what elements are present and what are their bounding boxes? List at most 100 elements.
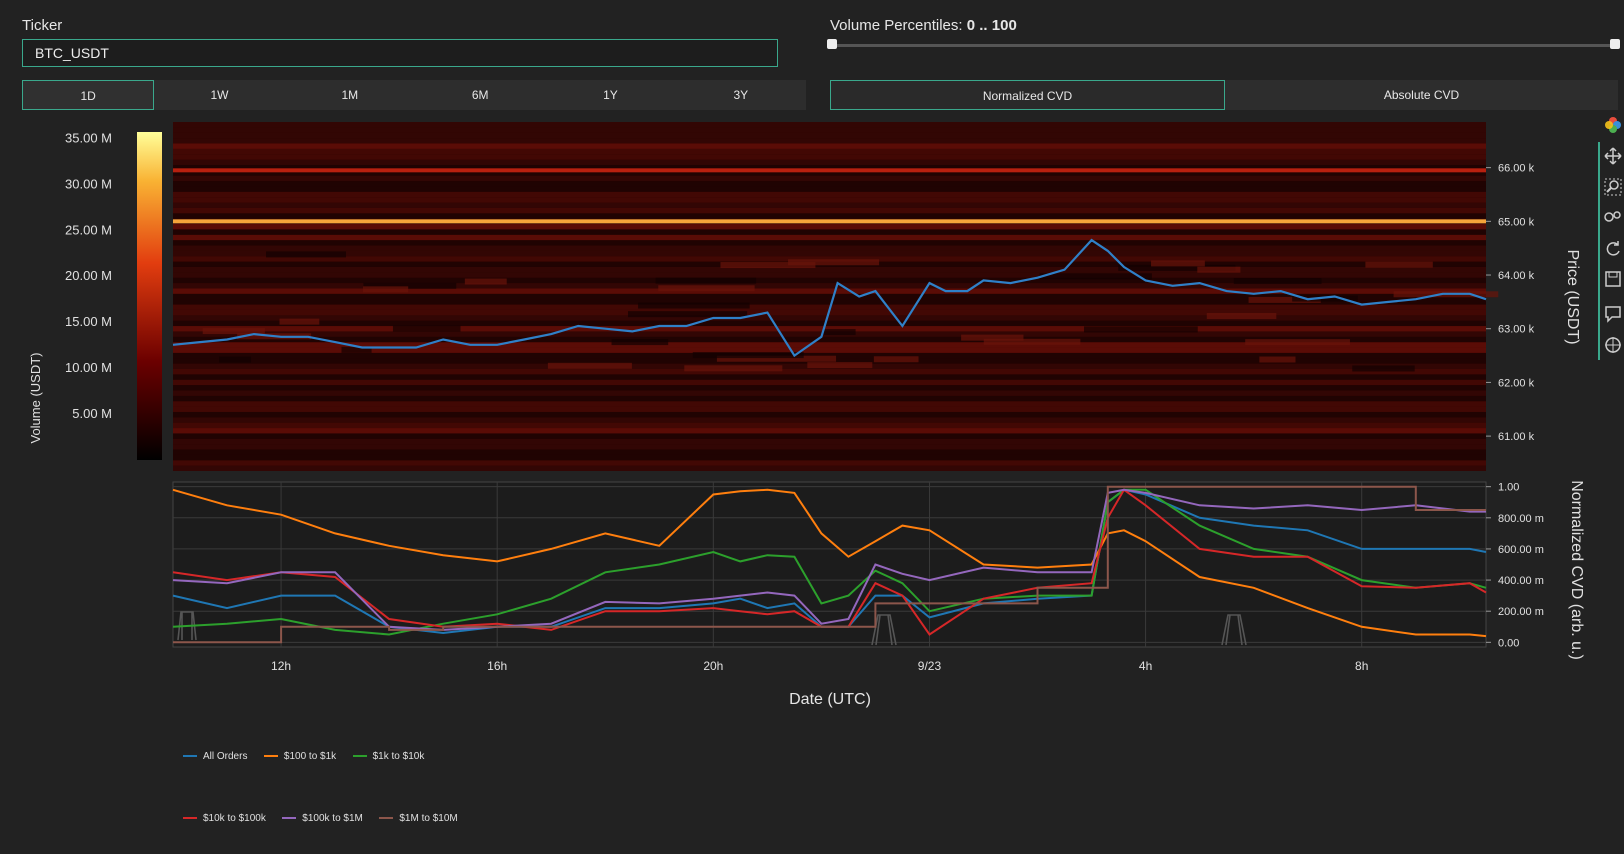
legend-label: $1k to $10k: [372, 750, 425, 762]
legend-swatch: [263, 755, 278, 757]
legend-swatch: [183, 817, 197, 819]
heatmap-cell: [807, 362, 873, 369]
cvd-tick-label: 200.00 m: [1498, 606, 1544, 618]
heatmap-band: [173, 433, 1486, 439]
legend-item-100k-1m[interactable]: $100k to $1M: [282, 813, 363, 824]
heatmap-band: [173, 411, 1486, 418]
heatmap-cell: [279, 318, 320, 325]
heatmap-high-volume-level: [173, 219, 1486, 224]
price-tick-label: 63.00 k: [1498, 324, 1535, 336]
cvd-tick-label: 400.00 m: [1498, 575, 1544, 587]
heatmap-band: [173, 122, 1486, 128]
heatmap-band: [173, 191, 1486, 198]
date-tick-label: 20h: [703, 659, 723, 673]
legend-item-100-1k[interactable]: $100 to $1k: [263, 750, 337, 762]
cvd-chart[interactable]: 1.00 800.00 m 600.00 m 400.00 m 200.00 m 0.00…: [172, 480, 1585, 660]
heatmap-band: [173, 422, 1486, 429]
heatmap-band: [173, 127, 1486, 133]
reset-icon[interactable]: [1604, 240, 1622, 258]
heatmap-band: [173, 315, 1486, 321]
pan-icon[interactable]: [1604, 147, 1622, 165]
heatmap-cell: [658, 285, 755, 292]
heatmap-band: [173, 454, 1486, 461]
colorbar-tick-label: 15.00 M: [65, 314, 112, 329]
colorbar-tick-label: 20.00 M: [65, 268, 112, 283]
legend-item-all-orders[interactable]: All Orders: [183, 751, 247, 762]
heatmap-band: [173, 428, 1486, 434]
heatmap-cell: [628, 311, 748, 318]
heatmap-cell: [983, 338, 1081, 345]
heatmap-cell: [266, 251, 346, 258]
heatmap-band: [173, 444, 1486, 450]
heatmap-band: [173, 138, 1486, 144]
heatmap-cell: [1197, 266, 1241, 273]
colorbar: 35.00 M 30.00 M 25.00 M 20.00 M 15.00 M 10.00…: [28, 130, 162, 460]
heatmap-cell: [720, 262, 816, 269]
heatmap-cell: [1084, 326, 1198, 333]
heatmap-cell: [1151, 260, 1205, 267]
heatmap-band: [173, 250, 1486, 257]
heatmap-band: [173, 395, 1486, 402]
heatmap-band: [173, 449, 1486, 455]
legend-label: $1M to $10M: [399, 812, 458, 824]
crosshair-icon[interactable]: [1604, 336, 1622, 354]
heatmap-band: [173, 272, 1486, 278]
date-axis-ticks: 12h 16h 20h 9/23 4h 8h: [271, 659, 1368, 673]
heatmap-band: [173, 132, 1486, 139]
heatmap-band: [173, 148, 1486, 155]
heatmap-band: [173, 224, 1486, 230]
comment-icon[interactable]: [1604, 305, 1622, 323]
heatmap-band: [173, 417, 1486, 423]
heatmap-band: [173, 390, 1486, 396]
heatmap-cell: [392, 325, 461, 332]
heatmap-cell: [1352, 365, 1415, 372]
date-tick-label: 12h: [271, 659, 291, 673]
color-wheel-icon[interactable]: [1604, 116, 1622, 134]
heatmap-band: [173, 438, 1486, 445]
heatmap-band: [173, 320, 1486, 327]
heatmap-cell: [363, 286, 409, 293]
cvd-axis-title: Normalized CVD (arb. u.): [1568, 480, 1585, 660]
legend-item-10k-100k[interactable]: $10k to $100k: [183, 813, 266, 824]
colorbar-title: Volume (USDT): [28, 352, 43, 443]
chart-area: 35.00 M 30.00 M 25.00 M 20.00 M 15.00 M 10.00…: [28, 122, 1585, 708]
legend-label: $100k to $1M: [302, 812, 363, 824]
legend-swatch: [352, 755, 367, 757]
zoom-icon[interactable]: [1604, 178, 1622, 196]
heatmap-cell: [823, 329, 856, 336]
heatmap-cell: [1233, 278, 1322, 285]
heatmap-cell: [547, 362, 632, 369]
colorbar-tick-label: 5.00 M: [72, 406, 112, 421]
date-tick-label: 16h: [487, 659, 507, 673]
colorbar-tick-label: 30.00 M: [65, 176, 112, 191]
heatmap-cell: [1365, 261, 1433, 268]
price-axis-title: Price (USDT): [1564, 249, 1581, 344]
compare-icon[interactable]: [1604, 208, 1622, 226]
colorbar-tick-label: 10.00 M: [65, 360, 112, 375]
heatmap-cell: [1259, 356, 1296, 363]
legend-label: All Orders: [203, 750, 248, 762]
price-axis-ticks: 66.00 k 65.00 k 64.00 k 63.00 k 62.00 k 61.00…: [1486, 163, 1535, 443]
colorbar-ticks: 35.00 M 30.00 M 25.00 M 20.00 M 15.00 M 10.00…: [65, 130, 112, 421]
heatmap-cell: [1245, 339, 1350, 346]
heatmap-band: [173, 379, 1486, 386]
legend-label: $10k to $100k: [203, 812, 266, 824]
heatmap-band: [173, 368, 1486, 375]
heatmap-band: [173, 266, 1486, 273]
cvd-tick-label: 600.00 m: [1498, 544, 1544, 556]
price-tick-label: 66.00 k: [1498, 163, 1535, 175]
legend-item-1k-10k[interactable]: $1k to $10k: [352, 750, 425, 762]
cvd-tick-label: 1.00: [1498, 482, 1519, 494]
colorbar-gradient: [137, 132, 162, 460]
heatmap-cell: [1206, 313, 1277, 320]
date-tick-label: 9/23: [918, 659, 942, 673]
save-icon[interactable]: [1604, 270, 1622, 288]
legend-swatch: [183, 755, 197, 757]
price-tick-label: 61.00 k: [1498, 431, 1535, 443]
cvd-tick-label: 0.00: [1498, 637, 1519, 649]
legend-label: $100 to $1k: [283, 750, 337, 762]
heatmap[interactable]: 66.00 k 65.00 k 64.00 k 63.00 k 62.00 k 61.00…: [172, 122, 1581, 471]
legend-item-1m-10m[interactable]: $1M to $10M: [379, 812, 458, 824]
heatmap-band: [173, 374, 1486, 380]
heatmap-band: [173, 154, 1486, 160]
